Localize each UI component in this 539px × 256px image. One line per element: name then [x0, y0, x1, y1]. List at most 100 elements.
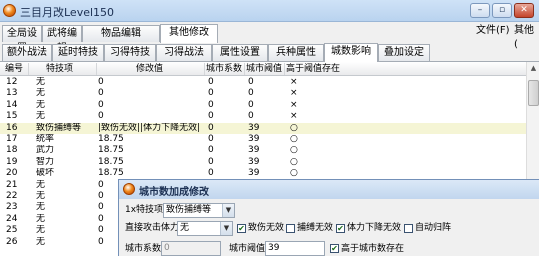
tab-unit-attributes[interactable]: 兵种属性 [268, 44, 324, 61]
minimize-button[interactable]: – [470, 3, 490, 18]
checkbox-auto-return[interactable] [404, 224, 413, 233]
attack-select-value: 无 [180, 223, 190, 233]
cell-city-coef: 0 [208, 77, 214, 87]
cell-city-threshold: 0 [248, 99, 254, 110]
table-row[interactable]: 18 武力 18.75 0 39 ○ [0, 145, 526, 156]
attack-select[interactable]: 无 ▼ [177, 221, 233, 236]
close-button[interactable]: ✕ [514, 3, 534, 18]
cell-city-coef: 0 [208, 122, 214, 133]
cell-skill: 无 [36, 213, 46, 224]
checkbox-hpdown-immune[interactable]: ✔ [336, 224, 345, 233]
cell-value: 0 [98, 236, 104, 247]
cell-city-threshold: 39 [248, 134, 260, 144]
cell-skill: 无 [36, 99, 46, 110]
cell-skill: 无 [36, 111, 46, 122]
cell-value: 18.75 [98, 168, 124, 179]
header-skill[interactable]: 特技项 [46, 63, 73, 75]
skill-label: 1x特技项 [125, 205, 164, 215]
tab-global-settings[interactable]: 全局设置 [2, 25, 42, 54]
header-separator [284, 63, 285, 75]
cell-city-coef: 0 [208, 134, 214, 144]
cell-above-threshold: ○ [290, 122, 298, 133]
cell-value: 18.75 [98, 156, 124, 167]
attack-label: 直接攻击体力 [125, 223, 180, 233]
checkbox-capture-label: 捕缚无效 [297, 223, 334, 233]
window-title: 三目月改Level150 [20, 6, 115, 19]
table-row[interactable]: 16 致伤捕缚等 |致伤无效||体力下降无效| 0 39 ○ [0, 122, 526, 134]
cell-above-threshold: × [290, 99, 298, 110]
cell-skill: 无 [36, 202, 46, 213]
cell-above-threshold: × [290, 77, 298, 87]
skill-select[interactable]: 致伤捕缚等 ▼ [163, 203, 235, 218]
cell-value: 0 [98, 77, 104, 87]
tab-learn-skill[interactable]: 习得特技 [104, 44, 156, 61]
cell-above-threshold: × [290, 111, 298, 122]
cell-city-coef: 0 [208, 99, 214, 110]
top-tab-row: 全局设置 武将编辑 物品编辑 其他修改 [0, 24, 539, 54]
header-separator [204, 63, 205, 75]
header-value[interactable]: 修改值 [136, 63, 163, 75]
checkbox-capture-immune[interactable] [286, 224, 295, 233]
table-row[interactable]: 13 无 0 0 0 × [0, 88, 526, 99]
cell-city-coef: 0 [208, 111, 214, 122]
table-row[interactable]: 19 智力 18.75 0 39 ○ [0, 157, 526, 168]
tab-attribute-settings[interactable]: 属性设置 [212, 44, 268, 61]
cell-city-threshold: 0 [248, 77, 254, 87]
header-city-coef[interactable]: 城市系数 [206, 63, 242, 75]
header-above-threshold[interactable]: 高于阈值存在 [286, 63, 340, 75]
cell-id: 16 [6, 122, 18, 133]
cell-skill: 无 [36, 77, 46, 87]
checkbox-injury-label: 致伤无效 [248, 223, 285, 233]
header-id[interactable]: 编号 [5, 63, 23, 75]
tab-stack-settings[interactable]: 叠加设定 [378, 44, 430, 61]
table-row[interactable]: 12 无 0 0 0 × [0, 77, 526, 88]
cell-value: 0 [98, 88, 104, 99]
cell-value: 0 [98, 111, 104, 122]
table-row[interactable]: 20 破坏 18.75 0 39 ○ [0, 168, 526, 179]
scroll-thumb[interactable] [528, 80, 539, 106]
cell-skill: 破坏 [36, 168, 55, 179]
checkbox-above-city[interactable]: ✔ [330, 244, 339, 253]
chevron-down-icon[interactable]: ▼ [220, 222, 232, 235]
tab-general-edit[interactable]: 武将编辑 [42, 25, 82, 54]
cell-value: 18.75 [98, 145, 124, 156]
header-city-threshold[interactable]: 城市阈值 [246, 63, 282, 75]
cell-city-coef: 0 [208, 88, 214, 99]
tab-delayed-skill[interactable]: 延时特技 [52, 44, 104, 61]
dialog-title-bar: 城市数加成修改 [119, 180, 539, 199]
main-window: 三目月改Level150 – ▫ ✕ 文件(F) 其他( 全局设置 武将编辑 物… [0, 0, 539, 256]
cell-value: 0 [98, 99, 104, 110]
cell-id: 21 [6, 179, 18, 190]
tab-extra-tactics[interactable]: 额外战法 [2, 44, 52, 61]
cell-above-threshold: ○ [290, 156, 298, 167]
table-row[interactable]: 15 无 0 0 0 × [0, 111, 526, 122]
scroll-up-icon[interactable]: ▲ [528, 62, 539, 74]
cell-id: 25 [6, 225, 18, 236]
skill-select-value: 致伤捕缚等 [166, 205, 212, 215]
cell-above-threshold: ○ [290, 145, 298, 156]
checkbox-hpdown-label: 体力下降无效 [347, 223, 402, 233]
cell-above-threshold: × [290, 88, 298, 99]
checkbox-injury-immune[interactable]: ✔ [237, 224, 246, 233]
tab-other-modify[interactable]: 其他修改 [160, 24, 218, 43]
tab-city-influence[interactable]: 城数影响 [324, 43, 378, 62]
table-row[interactable]: 14 无 0 0 0 × [0, 100, 526, 111]
threshold-field[interactable]: 39 [265, 241, 325, 256]
cell-id: 24 [6, 213, 18, 224]
tab-learn-tactics[interactable]: 习得战法 [156, 44, 212, 61]
dialog-body: 1x特技项 致伤捕缚等 ▼ 直接攻击体力 无 ▼ ✔ 致伤无效 捕缚无效 ✔ 体… [119, 199, 539, 256]
cell-city-threshold: 39 [248, 145, 260, 156]
cell-id: 19 [6, 156, 18, 167]
cell-skill: 无 [36, 88, 46, 99]
cell-skill: 智力 [36, 156, 55, 167]
cell-city-threshold: 0 [248, 88, 254, 99]
cell-value: 0 [98, 191, 104, 201]
header-separator [244, 63, 245, 75]
cell-above-threshold: ○ [290, 168, 298, 179]
maximize-button[interactable]: ▫ [492, 3, 512, 18]
cell-id: 23 [6, 202, 18, 213]
table-row[interactable]: 17 统率 18.75 0 39 ○ [0, 134, 526, 145]
tab-item-edit[interactable]: 物品编辑 [82, 25, 160, 42]
chevron-down-icon[interactable]: ▼ [222, 204, 234, 217]
cell-value: |致伤无效||体力下降无效| [98, 122, 201, 133]
